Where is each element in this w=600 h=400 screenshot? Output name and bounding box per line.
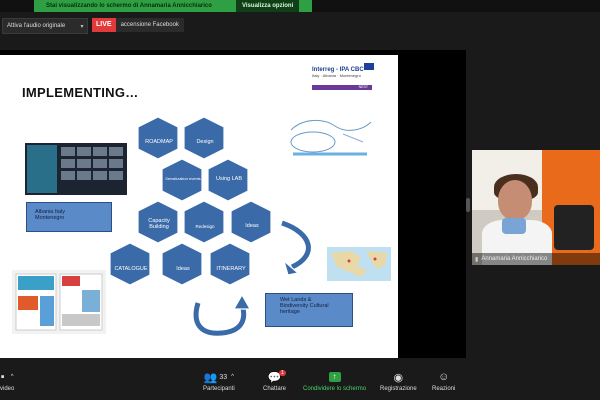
wetlands-callout: Wet Lands & Biodiversity Cultural herita… bbox=[265, 293, 353, 327]
original-audio-label: Attiva l'audio originale bbox=[7, 23, 66, 29]
hex-label-catalogue: CATALOGUE bbox=[114, 266, 148, 272]
presentation-slide: IMPLEMENTING… Interreg - IPA CBC Italy ·… bbox=[0, 55, 398, 358]
share-banner: Stai visualizzando lo schermo di Annamar… bbox=[34, 0, 312, 12]
original-audio-select[interactable]: Attiva l'audio originale ▾ bbox=[2, 18, 88, 34]
record-icon: ◉ bbox=[393, 371, 404, 384]
share-banner-message: Stai visualizzando lo schermo di Annamar… bbox=[46, 3, 212, 9]
participants-button[interactable]: 👥 33 ^ Partecipanti bbox=[203, 370, 235, 393]
hex-label-using-lab: Using LAB bbox=[216, 176, 242, 182]
view-options-button[interactable]: Visualizza opzioni bbox=[236, 0, 300, 12]
participant-scarf bbox=[502, 218, 526, 234]
signal-icon: ▮ bbox=[475, 256, 479, 263]
video-camera-icon: ▪ ^ bbox=[0, 371, 14, 383]
live-badge: LIVE bbox=[92, 18, 116, 32]
hex-label-itinerary: ITINERARY bbox=[216, 266, 246, 272]
map-image bbox=[327, 247, 391, 281]
reactions-label: Reazioni bbox=[432, 386, 456, 392]
hexagon bbox=[209, 242, 251, 286]
video-button[interactable]: ▪ ^ video bbox=[0, 370, 14, 392]
hex-label-ideas-1: Ideas bbox=[245, 223, 259, 229]
live-status-text: accensione Facebook bbox=[115, 18, 184, 32]
hex-label-capacity: Capacity Building bbox=[148, 218, 170, 230]
arrow-head bbox=[232, 293, 252, 310]
share-screen-label: Condividere lo schermo bbox=[303, 386, 367, 392]
hexagon bbox=[183, 116, 225, 160]
participant-name-bar: ▮ Annamaria Annicchiarico bbox=[472, 253, 600, 265]
wetlands-callout-text: Wet Lands & Biodiversity Cultural herita… bbox=[280, 297, 329, 315]
record-label: Registrazione bbox=[380, 386, 417, 392]
participant-face bbox=[498, 180, 532, 220]
participant-name: Annamaria Annicchiarico bbox=[481, 256, 548, 262]
hex-label-ideas-2: Ideas bbox=[176, 266, 190, 272]
chevron-down-icon: ▾ bbox=[80, 23, 84, 30]
participants-label: Partecipanti bbox=[203, 386, 235, 392]
participant-video-tile[interactable]: ▮ Annamaria Annicchiarico bbox=[472, 150, 600, 265]
reactions-icon: ☺ bbox=[438, 371, 450, 383]
video-label: video bbox=[0, 386, 15, 392]
hexagon bbox=[161, 242, 203, 286]
hex-label-roadmap: ROADMAP bbox=[145, 139, 173, 145]
hex-label-sensitization: Sensitization events bbox=[165, 176, 201, 181]
hexagon bbox=[183, 200, 225, 244]
share-screen-button[interactable]: ↑ Condividere lo schermo bbox=[303, 370, 366, 392]
participants-count: 33 bbox=[219, 373, 228, 381]
record-button[interactable]: ◉ Registrazione bbox=[380, 370, 417, 393]
share-screen-icon: ↑ bbox=[328, 370, 341, 384]
meeting-controls-bar bbox=[0, 366, 600, 400]
hexagon bbox=[230, 200, 272, 244]
secondary-toolbar bbox=[0, 12, 600, 38]
hex-label-design: Design bbox=[196, 139, 214, 145]
chat-unread-badge: 1 bbox=[279, 370, 286, 376]
chat-label: Chattare bbox=[263, 386, 287, 392]
hexagon bbox=[137, 116, 179, 160]
participants-icon: 👥 33 ^ bbox=[203, 371, 234, 384]
hexagon bbox=[109, 242, 151, 286]
curved-arrow bbox=[281, 220, 311, 270]
live-stream-indicator[interactable]: LIVE accensione Facebook bbox=[92, 18, 184, 32]
panel-resize-handle[interactable] bbox=[466, 198, 470, 212]
chair bbox=[554, 205, 594, 250]
hex-label-redesign: Redesign bbox=[195, 224, 215, 229]
reactions-button[interactable]: ☺ Reazioni bbox=[432, 370, 455, 392]
